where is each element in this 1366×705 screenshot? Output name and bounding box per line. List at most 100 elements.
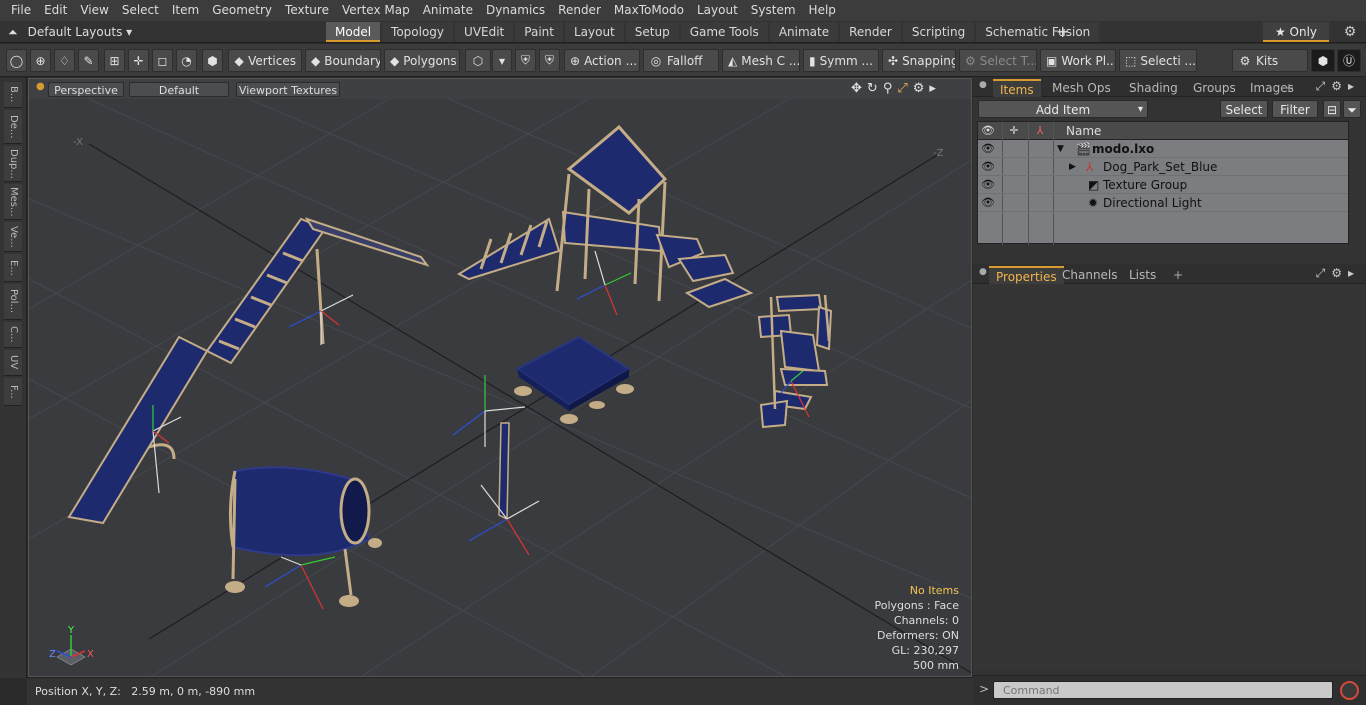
stepping-stones-model[interactable] bbox=[757, 293, 833, 429]
menu-help[interactable]: Help bbox=[802, 0, 842, 21]
toolbox-tab-basic[interactable]: B... bbox=[4, 82, 22, 108]
tab-items[interactable]: Items bbox=[993, 79, 1041, 97]
panel-gear-icon[interactable]: ⚙ bbox=[1331, 266, 1348, 280]
globe-icon[interactable]: ⊕ bbox=[30, 49, 51, 72]
toolbox-tab-curve[interactable]: C... bbox=[4, 322, 22, 348]
snapping-button[interactable]: ✣ Snapping bbox=[882, 49, 956, 72]
tab-shading[interactable]: Shading bbox=[1122, 79, 1185, 97]
maximize-icon[interactable]: ⤢ bbox=[1316, 79, 1332, 93]
menu-system[interactable]: System bbox=[744, 0, 802, 21]
menu-render[interactable]: Render bbox=[552, 0, 608, 21]
menu-geometry[interactable]: Geometry bbox=[206, 0, 279, 21]
3d-viewport[interactable]: -X -Z Y X Z ● Perspective Default Viewpo… bbox=[28, 78, 972, 677]
add-item-button[interactable]: Add Item ▾ bbox=[978, 100, 1148, 118]
mesh-constraint-button[interactable]: ◭ Mesh C ... bbox=[722, 49, 800, 72]
menu-file[interactable]: File bbox=[0, 0, 38, 21]
expand-arrow-icon[interactable]: ▶ bbox=[1069, 158, 1076, 176]
tab-game-tools[interactable]: Game Tools bbox=[680, 22, 768, 42]
tab-topology[interactable]: Topology bbox=[382, 22, 454, 42]
weave-pole-model[interactable] bbox=[498, 422, 510, 521]
select-circle-icon[interactable]: ◯ bbox=[6, 49, 27, 72]
symmetry-button[interactable]: ▮ Symm ... bbox=[803, 49, 879, 72]
viewport-textures-dropdown[interactable]: Viewport Textures bbox=[236, 82, 340, 97]
rotate-icon[interactable]: ◔ bbox=[176, 49, 197, 72]
boundary-button[interactable]: ◆ Boundary bbox=[305, 49, 381, 72]
item-mode-icon[interactable]: ⬢ bbox=[202, 49, 223, 72]
filter-button[interactable]: Filter bbox=[1272, 100, 1318, 118]
tunnel-model[interactable] bbox=[225, 466, 382, 607]
select-through-button[interactable]: ⚙ Select T... bbox=[959, 49, 1037, 72]
eye-icon[interactable]: 👁 bbox=[981, 158, 995, 176]
only-button[interactable]: ★ Only bbox=[1263, 22, 1329, 42]
menu-maxtomodo[interactable]: MaxToModo bbox=[607, 0, 690, 21]
eye-icon[interactable]: 👁 bbox=[981, 140, 995, 158]
visibility-column-icon[interactable]: 👁 bbox=[981, 122, 995, 140]
toolbox-tab-edge[interactable]: E... bbox=[4, 254, 22, 282]
panel-menu-dot-icon[interactable]: ● bbox=[979, 267, 987, 277]
falloff-button[interactable]: ◎ Falloff bbox=[643, 49, 719, 72]
expand-arrow-icon[interactable]: ▸ bbox=[929, 81, 936, 96]
menu-layout[interactable]: Layout bbox=[691, 0, 745, 21]
add-panel-tab-button[interactable]: + bbox=[1277, 79, 1301, 97]
toolbox-tab-fusion[interactable]: F... bbox=[4, 378, 22, 406]
kits-button[interactable]: ⚙ Kits bbox=[1232, 49, 1308, 72]
item-row-directional-light[interactable]: 👁 ✹ Directional Light bbox=[978, 194, 1348, 212]
move-icon[interactable]: ✛ bbox=[128, 49, 149, 72]
pen-icon[interactable]: ♢ bbox=[54, 49, 75, 72]
zoom-icon[interactable]: ⚲ bbox=[883, 81, 893, 96]
shading-dropdown[interactable]: Default bbox=[129, 82, 229, 97]
toolbox-tab-uv[interactable]: UV bbox=[4, 350, 22, 376]
orbit-icon[interactable]: ↻ bbox=[867, 81, 878, 96]
panel-gear-icon[interactable]: ⚙ bbox=[1331, 79, 1348, 93]
panel-arrow-icon[interactable]: ▸ bbox=[1348, 266, 1360, 280]
menu-select[interactable]: Select bbox=[115, 0, 165, 21]
tab-lists[interactable]: Lists bbox=[1122, 266, 1163, 284]
play-house-model[interactable] bbox=[456, 124, 754, 309]
toolbox-tab-mesh[interactable]: Mes... bbox=[4, 184, 22, 220]
panel-menu-dot-icon[interactable]: ● bbox=[979, 80, 987, 90]
viewport-gear-icon[interactable]: ⚙ bbox=[913, 81, 925, 96]
layouts-dropdown[interactable]: ⏶ Default Layouts ▾ bbox=[8, 21, 132, 43]
expand-arrow-icon[interactable]: ▼ bbox=[1057, 140, 1064, 158]
name-column-header[interactable]: Name bbox=[1066, 122, 1101, 140]
eye-icon[interactable]: 👁 bbox=[981, 176, 995, 194]
tab-scripting[interactable]: Scripting bbox=[902, 22, 975, 42]
menu-item[interactable]: Item bbox=[165, 0, 205, 21]
tab-channels[interactable]: Channels bbox=[1055, 266, 1125, 284]
menu-view[interactable]: View bbox=[74, 0, 115, 21]
transform-icon[interactable]: ⊞ bbox=[104, 49, 125, 72]
unity-icon[interactable]: ⬢ bbox=[1311, 49, 1335, 72]
menu-texture[interactable]: Texture bbox=[279, 0, 336, 21]
toolbox-tab-deform[interactable]: De... bbox=[4, 110, 22, 144]
select-button[interactable]: Select bbox=[1220, 100, 1268, 118]
render-column-icon[interactable]: ⅄ bbox=[1033, 122, 1047, 140]
material-icon[interactable]: ⬡ bbox=[465, 49, 491, 72]
tab-groups[interactable]: Groups bbox=[1186, 79, 1243, 97]
menu-edit[interactable]: Edit bbox=[38, 0, 74, 21]
work-plane-button[interactable]: ▣ Work Pl... bbox=[1040, 49, 1116, 72]
tab-setup[interactable]: Setup bbox=[625, 22, 679, 42]
tab-animate[interactable]: Animate bbox=[769, 22, 839, 42]
tab-paint[interactable]: Paint bbox=[515, 22, 563, 42]
lock-column-icon[interactable]: ✛ bbox=[1007, 122, 1021, 140]
collapse-icon[interactable]: ⏶ bbox=[8, 25, 18, 40]
record-macro-icon[interactable] bbox=[1340, 681, 1359, 700]
table-model[interactable] bbox=[514, 335, 634, 424]
menu-animate[interactable]: Animate bbox=[416, 0, 479, 21]
chevron-down-icon[interactable]: ▾ bbox=[492, 49, 512, 72]
gear-icon[interactable]: ⚙ bbox=[1340, 22, 1360, 42]
add-tab-button[interactable]: + bbox=[1056, 22, 1069, 42]
perspective-dropdown[interactable]: Perspective bbox=[48, 82, 124, 97]
tab-render[interactable]: Render bbox=[840, 22, 901, 42]
item-row-modo-lxo[interactable]: 👁 ▼ 🎬 modo.lxo bbox=[978, 140, 1348, 158]
tab-mesh-ops[interactable]: Mesh Ops bbox=[1045, 79, 1118, 97]
element-icon[interactable]: ◻ bbox=[152, 49, 173, 72]
menu-dynamics[interactable]: Dynamics bbox=[479, 0, 551, 21]
eye-icon[interactable]: 👁 bbox=[981, 194, 995, 212]
viewport-menu-dot-icon[interactable]: ● bbox=[36, 81, 45, 92]
action-center-button[interactable]: ⊕ Action... bbox=[564, 49, 640, 72]
brush-icon[interactable]: ✎ bbox=[78, 49, 99, 72]
pan-icon[interactable]: ✥ bbox=[851, 81, 862, 96]
item-row-dog-park-set-blue[interactable]: 👁 ▶ ⅄ Dog_Park_Set_Blue bbox=[978, 158, 1348, 176]
menu-vertex-map[interactable]: Vertex Map bbox=[335, 0, 416, 21]
